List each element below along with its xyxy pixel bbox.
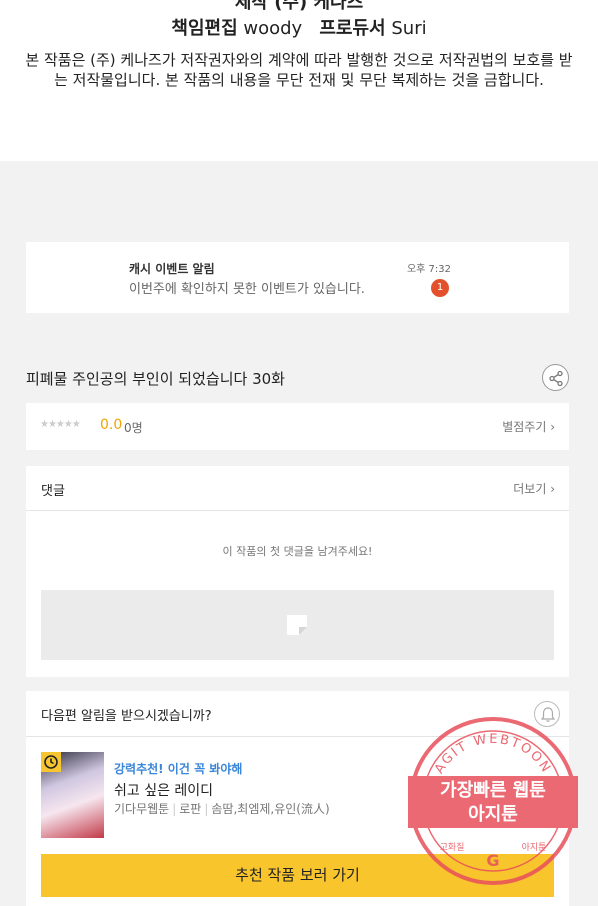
stamp-bottom-right: 아지툰 bbox=[522, 842, 547, 853]
credit-production: 제작 (주) 케나즈 bbox=[234, 0, 364, 13]
clock-icon bbox=[44, 755, 58, 769]
rate-button[interactable]: 별점주기 › bbox=[502, 418, 555, 435]
event-time: 오후 7:32 bbox=[406, 264, 451, 275]
rating-score: 0.0 bbox=[100, 417, 123, 433]
recommend-title[interactable]: 쉬고 싶은 레이디 bbox=[114, 780, 213, 800]
svg-text:AGIT WEBTOON: AGIT WEBTOON bbox=[432, 732, 554, 777]
recommend-authors: 솜땀,최엠제,유인(流人) bbox=[211, 802, 330, 816]
recommend-genre: 로판 bbox=[179, 802, 202, 816]
event-title: 캐시 이벤트 알림 bbox=[129, 262, 215, 276]
comments-header: 댓글 더보기 › bbox=[26, 466, 569, 511]
share-button[interactable] bbox=[542, 364, 569, 391]
copyright-notice: 본 작품은 (주) 케나즈가 저작권자와의 계약에 따라 발행한 것으로 저작권… bbox=[25, 51, 573, 89]
recommend-category: 기다무웹툰 bbox=[114, 802, 170, 816]
recommend-thumbnail[interactable] bbox=[41, 752, 104, 838]
producer-label: 프로듀서 bbox=[319, 18, 386, 39]
share-icon bbox=[549, 370, 563, 387]
stamp-center-letter: G bbox=[486, 851, 499, 870]
credits-section: 제작 (주) 케나즈 책임편집 woody 프로듀서 Suri 본 작품은 (주… bbox=[0, 0, 598, 161]
editor-name: woody bbox=[243, 18, 303, 39]
rating-stars: ★★★★★ bbox=[40, 419, 81, 430]
recommend-tag: 강력추천! 이건 꼭 봐야해 bbox=[114, 762, 243, 776]
stamp-line-2: 아지툰 bbox=[468, 804, 518, 825]
watermark-stamp: AGIT WEBTOON 가장빠른 웹툰 아지툰 고화질 아지툰 G bbox=[408, 717, 578, 885]
comments-title: 댓글 bbox=[41, 484, 65, 499]
comments-empty-message: 이 작품의 첫 댓글을 남겨주세요! bbox=[222, 545, 373, 558]
ad-placeholder-icon bbox=[287, 615, 307, 635]
event-message: 이번주에 확인하지 못한 이벤트가 있습니다. bbox=[129, 282, 365, 297]
stamp-arc-text: AGIT WEBTOON bbox=[432, 732, 552, 777]
producer-name: Suri bbox=[391, 18, 427, 39]
episode-title: 피폐물 주인공의 부인이 되었습니다 30화 bbox=[26, 370, 285, 388]
event-count-badge: 1 bbox=[431, 279, 449, 297]
credit-staff: 책임편집 woody 프로듀서 Suri bbox=[0, 14, 598, 40]
ad-banner[interactable] bbox=[41, 590, 554, 660]
rating-count: 0명 bbox=[124, 421, 143, 435]
rating-bar: ★★★★★ 0.0 0명 별점주기 › bbox=[26, 403, 569, 450]
comments-more-link[interactable]: 더보기 › bbox=[513, 480, 555, 497]
editor-label: 책임편집 bbox=[171, 18, 238, 39]
event-notification[interactable]: 캐시 이벤트 알림 오후 7:32 이번주에 확인하지 못한 이벤트가 있습니다… bbox=[26, 242, 569, 313]
stamp-line-1: 가장빠른 웹툰 bbox=[440, 780, 546, 801]
alarm-question: 다음편 알림을 받으시겠습니까? bbox=[41, 709, 212, 724]
comments-section: 댓글 더보기 › 이 작품의 첫 댓글을 남겨주세요! bbox=[26, 466, 569, 677]
recommend-meta: 기다무웹툰 | 로판 | 솜땀,최엠제,유인(流人) bbox=[114, 802, 330, 816]
wait-free-badge bbox=[41, 752, 61, 772]
stamp-bottom-left: 고화질 bbox=[440, 841, 465, 853]
